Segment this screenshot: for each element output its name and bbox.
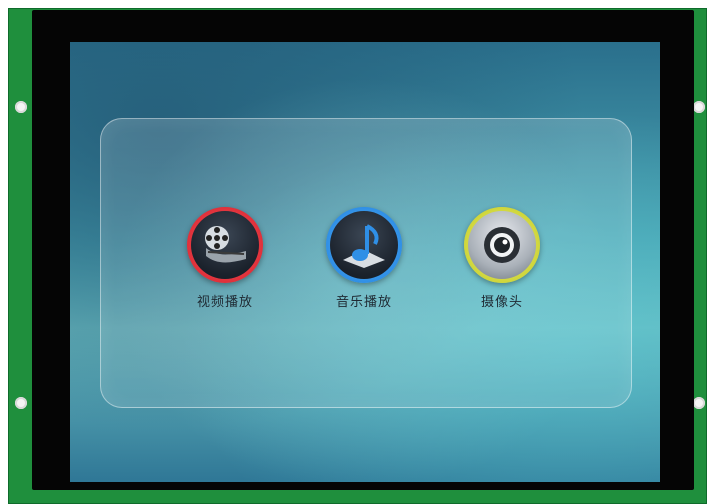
music-note-icon bbox=[343, 224, 385, 268]
app-launcher-panel: 视频播放 音乐播放 摄像头 bbox=[100, 118, 632, 408]
film-reel-icon bbox=[205, 226, 246, 263]
app-label-video: 视频播放 bbox=[196, 295, 253, 310]
app-video-player[interactable]: 视频播放 bbox=[170, 207, 280, 310]
mount-hole-icon bbox=[693, 101, 705, 113]
camera-icon-disc bbox=[468, 211, 536, 279]
app-label-camera: 摄像头 bbox=[480, 295, 523, 310]
app-music-player[interactable]: 音乐播放 bbox=[309, 207, 419, 310]
home-screen: 视频播放 音乐播放 摄像头 bbox=[70, 42, 660, 482]
app-label-music: 音乐播放 bbox=[335, 295, 392, 310]
music-icon-ring bbox=[326, 207, 402, 283]
mount-hole-icon bbox=[15, 397, 27, 409]
mount-hole-icon bbox=[15, 101, 27, 113]
video-icon-ring bbox=[187, 207, 263, 283]
camera-icon-ring bbox=[464, 207, 540, 283]
video-icon-disc bbox=[191, 211, 259, 279]
app-camera[interactable]: 摄像头 bbox=[447, 207, 557, 310]
camera-icon bbox=[484, 227, 520, 263]
mount-hole-icon bbox=[693, 397, 705, 409]
music-icon-disc bbox=[330, 211, 398, 279]
